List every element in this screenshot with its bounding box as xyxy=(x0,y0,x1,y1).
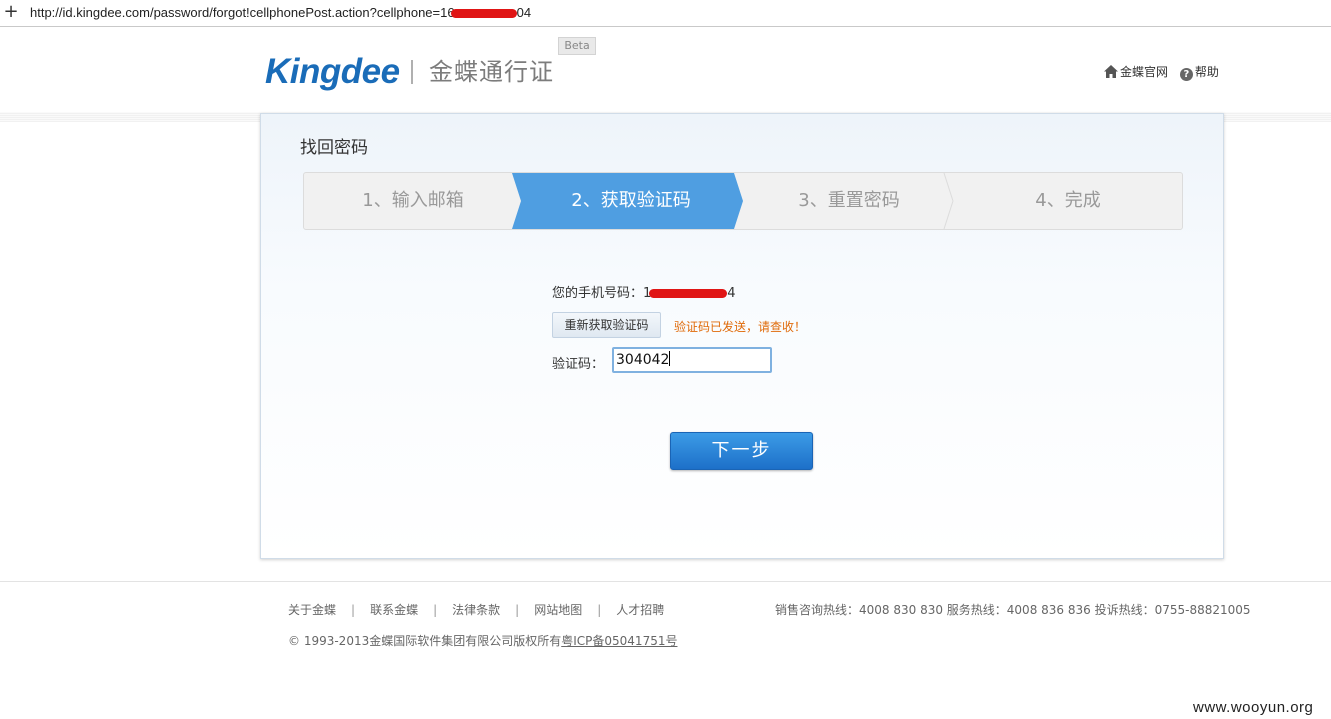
beta-badge: Beta xyxy=(558,37,596,55)
home-link[interactable]: 金蝶官网 xyxy=(1104,65,1172,79)
header-links: 金蝶官网 ? 帮助 xyxy=(1104,63,1219,81)
resend-code-button[interactable]: 重新获取验证码 xyxy=(552,312,661,338)
footer-copyright: © 1993-2013金蝶国际软件集团有限公司版权所有粤ICP备05041751… xyxy=(288,632,677,649)
code-value: 304042 xyxy=(616,352,670,368)
footer-divider xyxy=(0,581,1331,582)
help-link[interactable]: ? 帮助 xyxy=(1172,65,1219,81)
phone-visible-tail: 4 xyxy=(727,286,736,301)
footer-hotlines: 销售咨询热线：4008 830 830 服务热线：4008 836 836 投诉… xyxy=(775,603,1251,617)
help-icon: ? xyxy=(1179,68,1193,81)
footer-separator: | xyxy=(515,603,520,617)
wooyun-watermark: www.wooyun.org xyxy=(1193,699,1314,716)
new-tab-plus-icon[interactable]: + xyxy=(3,3,19,21)
help-link-label: 帮助 xyxy=(1194,65,1219,79)
footer-link-careers[interactable]: 人才招聘 xyxy=(616,603,664,617)
url-visible-tail: 04 xyxy=(516,5,532,20)
step-3: 3、重置密码 xyxy=(798,190,900,211)
step-progress-bar: 1、输入邮箱 2、获取验证码 3、重置密码 4、完成 xyxy=(303,172,1183,230)
url-text[interactable]: http://id.kingdee.com/password/forgot!ce… xyxy=(30,5,531,20)
step-2-active: 2、获取验证码 xyxy=(571,190,691,211)
footer-links: 关于金蝶 | 联系金蝶 | 法律条款 | 网站地图 | 人才招聘 xyxy=(288,601,664,618)
phone-label: 您的手机号码： xyxy=(552,286,644,301)
text-caret xyxy=(669,351,671,366)
footer-separator: | xyxy=(597,603,602,617)
phone-number-row: 您的手机号码：1 4 xyxy=(552,282,736,301)
footer-link-contact[interactable]: 联系金蝶 xyxy=(370,603,418,617)
code-sent-message: 验证码已发送，请查收！ xyxy=(674,320,807,334)
page-title: 找回密码 xyxy=(300,138,368,158)
url-redaction-mark xyxy=(450,9,517,19)
home-link-label: 金蝶官网 xyxy=(1120,65,1169,79)
footer-link-legal[interactable]: 法律条款 xyxy=(452,603,500,617)
step-4: 4、完成 xyxy=(1035,190,1101,211)
footer-separator: | xyxy=(433,603,438,617)
copyright-text: © 1993-2013金蝶国际软件集团有限公司版权所有 xyxy=(288,634,562,648)
footer-separator: | xyxy=(351,603,356,617)
logo-subtitle: 金蝶通行证 xyxy=(429,58,554,86)
step-1: 1、输入邮箱 xyxy=(362,190,464,211)
next-step-button[interactable]: 下一步 xyxy=(670,432,813,470)
url-prefix: http://id.kingdee.com/password/forgot!ce… xyxy=(30,5,441,20)
password-recovery-card: 找回密码 1、输入邮箱 2、获取验证码 3、重置密码 4、完成 您的手机号码：1… xyxy=(260,113,1224,559)
address-bar[interactable]: + http://id.kingdee.com/password/forgot!… xyxy=(0,0,1331,27)
footer-link-sitemap[interactable]: 网站地图 xyxy=(534,603,582,617)
kingdee-logo[interactable]: Kingdee xyxy=(265,52,400,92)
verification-code-input[interactable]: 304042 xyxy=(612,347,772,373)
footer-link-about[interactable]: 关于金蝶 xyxy=(288,603,336,617)
code-label: 验证码： xyxy=(552,357,605,372)
logo-divider xyxy=(411,60,413,84)
phone-redaction-mark xyxy=(649,289,728,298)
icp-link[interactable]: 粤ICP备05041751号 xyxy=(561,634,677,648)
home-icon xyxy=(1104,65,1118,78)
